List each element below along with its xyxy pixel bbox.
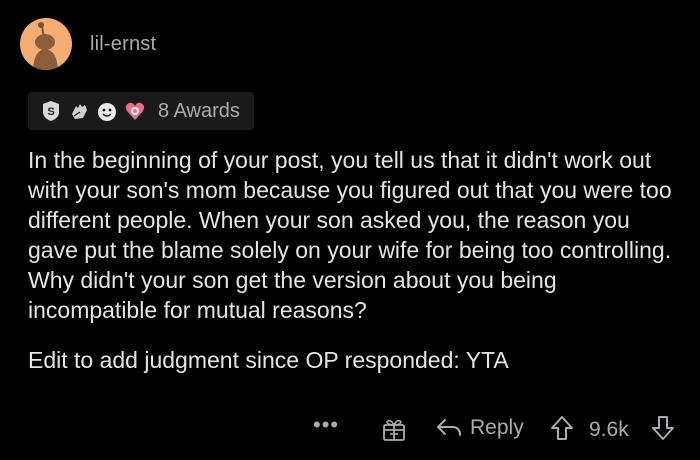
heart-award-icon [124,100,146,122]
downvote-button[interactable] [650,415,676,441]
reply-arrow-icon [437,419,461,436]
svg-text:S: S [47,106,54,118]
comment-actions: ••• Reply 9.6k [0,410,700,450]
comment-paragraph: Edit to add judgment since OP responded:… [28,347,509,373]
reply-button[interactable]: Reply [436,416,524,440]
gift-award-button[interactable] [381,416,407,442]
wholesome-award-icon [96,100,118,122]
upvote-arrow-icon [551,416,573,440]
awards-count: 8 Awards [158,99,240,122]
silver-award-icon: S [40,100,62,122]
downvote-arrow-icon [652,416,674,440]
username[interactable]: lil-ernst [90,33,156,56]
upvote-button[interactable] [549,415,575,441]
vote-count: 9.6k [589,418,629,441]
gift-icon [383,419,405,441]
comment-paragraph: In the beginning of your post, you tell … [28,147,672,323]
avatar[interactable] [20,18,72,70]
awards-bar[interactable]: S 8 Awards [28,92,254,130]
comment-body: In the beginning of your post, you tell … [28,145,678,375]
more-options-button[interactable]: ••• [313,412,339,438]
hand-award-icon [68,100,90,122]
reply-label: Reply [470,416,524,439]
comment-header: lil-ernst [20,18,156,70]
